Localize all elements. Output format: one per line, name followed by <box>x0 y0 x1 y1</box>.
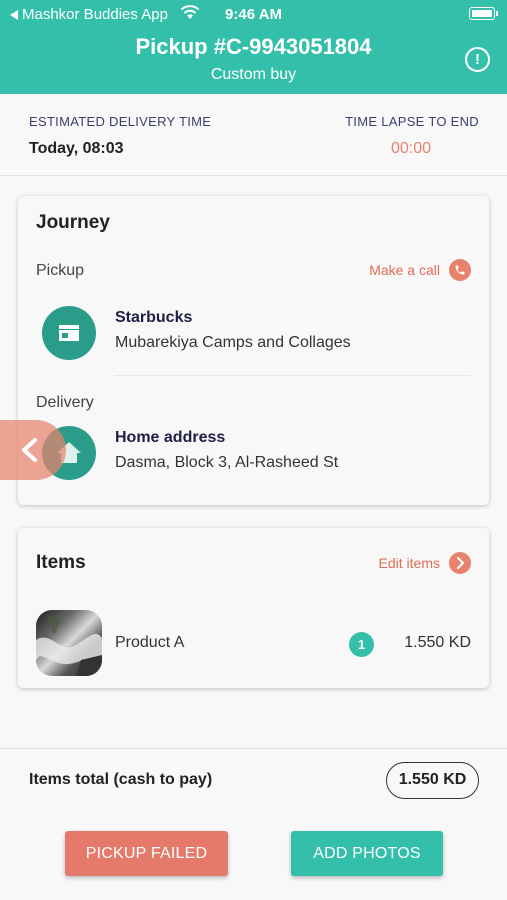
product-image <box>36 610 102 676</box>
edit-items-label: Edit items <box>378 555 440 571</box>
page-subtitle: Custom buy <box>210 66 297 83</box>
store-icon <box>42 306 96 360</box>
items-title: Items <box>36 552 86 573</box>
status-bar: Mashkor Buddies App 9:46 AM <box>0 0 507 28</box>
quantity-badge: 1 <box>349 632 374 657</box>
time-lapse-value: 00:00 <box>390 140 431 157</box>
items-total-label: Items total (cash to pay) <box>29 771 213 788</box>
app-header: Pickup #C-9943051804 Custom buy ! <box>0 28 507 94</box>
journey-card: Journey Pickup Make a call Starbucks Mub… <box>18 196 489 505</box>
make-call-button[interactable]: Make a call <box>369 259 471 281</box>
pickup-place-address: Mubarekiya Camps and Collages <box>115 334 351 351</box>
edit-items-button[interactable]: Edit items <box>379 552 471 574</box>
footer: Items total (cash to pay) 1.550 KD PICKU… <box>0 748 507 900</box>
estimated-delivery-value: Today, 08:03 <box>29 140 124 157</box>
page-title: Pickup #C-9943051804 <box>135 34 372 59</box>
add-photos-button[interactable]: ADD PHOTOS <box>291 831 443 876</box>
product-name: Product A <box>115 634 185 651</box>
items-card: Items Edit items Product A 1 1.550 KD <box>18 528 489 688</box>
delivery-label: Delivery <box>36 394 94 411</box>
info-icon[interactable]: ! <box>465 47 490 72</box>
chevron-left-icon <box>22 438 37 462</box>
phone-icon <box>449 259 471 281</box>
pickup-failed-button[interactable]: PICKUP FAILED <box>65 831 228 876</box>
delivery-place-address: Dasma, Block 3, Al-Rasheed St <box>115 454 339 471</box>
time-lapse-label: TIME LAPSE TO END <box>345 114 479 129</box>
delivery-time-panel: ESTIMATED DELIVERY TIME Today, 08:03 TIM… <box>0 94 507 176</box>
battery-icon <box>469 7 498 20</box>
items-total-value: 1.550 KD <box>386 762 479 799</box>
product-price: 1.550 KD <box>404 634 471 651</box>
pickup-place-name: Starbucks <box>115 309 193 326</box>
delivery-place-name: Home address <box>115 429 226 446</box>
make-call-label: Make a call <box>369 262 440 278</box>
pickup-label: Pickup <box>36 262 85 279</box>
divider <box>114 375 471 376</box>
side-drawer-tab[interactable] <box>0 420 66 480</box>
journey-title: Journey <box>36 212 110 233</box>
status-time: 9:46 AM <box>225 6 282 23</box>
estimated-delivery-label: ESTIMATED DELIVERY TIME <box>29 114 212 129</box>
chevron-right-icon <box>449 552 471 574</box>
